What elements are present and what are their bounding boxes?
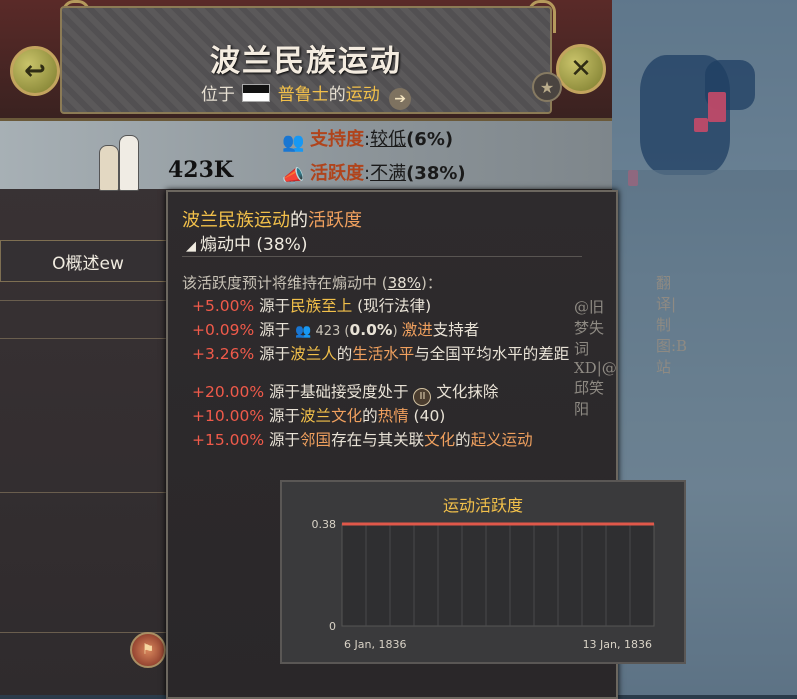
support-level[interactable]: 较低: [370, 129, 406, 150]
modifier-value: +20.00%: [192, 383, 265, 401]
watermark-line: @旧梦失词XD|@邱笑阳: [574, 298, 617, 418]
prediction-percent[interactable]: 38%: [388, 274, 421, 292]
x-tick-label: 6 Jan, 1836: [344, 638, 406, 651]
activism-row[interactable]: 📣 活跃度:不满(38%): [282, 159, 466, 187]
population-count[interactable]: 423K: [168, 157, 233, 183]
pop-count-end: ): [392, 324, 402, 339]
close-button[interactable]: ✕: [556, 44, 606, 94]
activism-chart: 运动活跃度 0.38 0 6 Jan, 1836 13 Jan, 1836: [280, 480, 686, 664]
megaphone-icon: 📣: [282, 166, 305, 187]
watermark-line: 翻译|制图:B站: [656, 274, 688, 376]
modifier-text: 的: [336, 345, 353, 363]
activism-prediction: 该活跃度预计将维持在煽动中 (38%)：: [182, 272, 442, 293]
activism-percent: (38%): [406, 163, 466, 184]
star-icon[interactable]: ★: [532, 72, 562, 102]
agitating-state: ◢ 煽动中 (38%): [186, 230, 307, 255]
y-tick-label: 0.38: [312, 518, 337, 531]
activism-level[interactable]: 不满: [370, 163, 406, 184]
subtitle-prefix: 位于: [200, 85, 235, 105]
culture-icon[interactable]: ⚑: [130, 632, 166, 668]
tooltip-title: 波兰民族运动的活跃度: [182, 206, 362, 232]
modifier-line: +15.00% 源于邻国存在与其关联文化的起义运动: [192, 428, 533, 450]
divider: [0, 338, 170, 339]
country-link[interactable]: 普鲁士: [278, 85, 329, 105]
modifier-line: +10.00% 源于波兰文化的热情 (40): [192, 404, 445, 426]
law-link[interactable]: 民族至上: [290, 297, 352, 315]
activism-tooltip: 波兰民族运动的活跃度 ◢ 煽动中 (38%) 该活跃度预计将维持在煽动中 (38%…: [166, 190, 687, 699]
culture-word[interactable]: 文化: [424, 431, 455, 449]
tooltip-title-activism[interactable]: 活跃度: [308, 210, 362, 231]
prediction-end: )：: [420, 274, 442, 292]
subtitle-mid: 的: [328, 85, 346, 105]
stats-section: 423K 👥 支持度:较低(6%) 📣 活跃度:不满(38%): [0, 121, 612, 191]
modifier-line: +3.26% 源于波兰人的生活水平与全国平均水平的差距: [192, 342, 569, 364]
movement-location: 位于 普鲁士的运动 ➔: [0, 80, 612, 110]
neighbor-link[interactable]: 邻国: [300, 431, 331, 449]
panel-header: 波兰民族运动 位于 普鲁士的运动 ➔ ↩ ✕ ★: [0, 0, 612, 121]
tooltip-divider: [182, 256, 582, 257]
activism-label: 活跃度: [310, 163, 364, 184]
sol-link[interactable]: 生活水平: [352, 345, 414, 363]
radical-link[interactable]: 激进: [402, 321, 433, 339]
fervor-link[interactable]: 热情: [378, 407, 409, 425]
movement-type-link[interactable]: 运动: [346, 85, 380, 105]
pop-share: 0.0%: [349, 321, 393, 339]
culture-word[interactable]: 文化: [331, 407, 362, 425]
support-percent: (6%): [406, 129, 454, 150]
uprising-link[interactable]: 起义运动: [471, 431, 533, 449]
modifier-line: +20.00% 源于基础接受度处于 II 文化抹除: [192, 380, 498, 406]
go-arrow-icon[interactable]: ➔: [389, 88, 412, 110]
modifier-text: 的: [362, 407, 378, 425]
modifier-text: 源于: [269, 407, 301, 425]
modifier-value: +3.26%: [192, 345, 255, 363]
modifier-value: +10.00%: [192, 407, 265, 425]
divider: [0, 492, 170, 493]
modifier-text: 源于: [269, 431, 301, 449]
page-title: 波兰民族运动: [210, 44, 402, 79]
culture-link[interactable]: 波兰人: [290, 345, 337, 363]
pop-count: 423 (: [311, 324, 350, 339]
support-row[interactable]: 👥 支持度:较低(6%): [282, 125, 454, 153]
modifier-value: +15.00%: [192, 431, 265, 449]
modifier-text: 源于: [259, 321, 291, 339]
divider: [0, 300, 170, 301]
tooltip-title-of: 的: [290, 210, 308, 231]
tooltip-title-movement[interactable]: 波兰民族运动: [182, 210, 290, 231]
agitating-text: 煽动中 (38%): [200, 235, 308, 255]
y-tick-label: 0: [329, 620, 336, 633]
modifier-text: 源于基础接受度处于: [269, 383, 414, 401]
modifier-text: 存在与其关联: [331, 431, 425, 449]
plot-area: [341, 523, 655, 627]
modifier-value: +5.00%: [192, 297, 255, 315]
modifier-line: +5.00% 源于民族至上 (现行法律): [192, 294, 431, 316]
tab-overview[interactable]: O概述ew: [0, 240, 172, 282]
prussia-flag-icon[interactable]: [242, 84, 271, 102]
modifier-text: 源于: [259, 345, 291, 363]
supporters-icon: 👥: [282, 132, 305, 153]
prediction-text: 该活跃度预计将维持在煽动中 (: [182, 274, 388, 292]
culture-link[interactable]: 波兰: [300, 407, 331, 425]
modifier-text: 与全国平均水平的差距: [414, 345, 570, 363]
megaphone-small-icon: ◢: [186, 239, 196, 254]
tab-overview-label: O概述ew: [52, 254, 124, 274]
x-tick-label: 13 Jan, 1836: [583, 638, 652, 651]
modifier-text: 源于: [259, 297, 291, 315]
chart-plot: 0.38 0 6 Jan, 1836 13 Jan, 1836: [312, 518, 655, 651]
modifier-value: +0.09%: [192, 321, 255, 339]
supporters-portrait-icon: [95, 131, 150, 191]
modifier-text: (40): [408, 407, 446, 425]
modifier-text: 文化抹除: [431, 383, 499, 401]
pops-icon: 👥: [295, 324, 312, 339]
modifier-text: 的: [455, 431, 471, 449]
modifier-line: +0.09% 源于 👥 423 (0.0%) 激进支持者: [192, 318, 479, 340]
support-label: 支持度: [310, 129, 364, 150]
back-button[interactable]: ↩: [10, 46, 60, 96]
modifier-text: (现行法律): [352, 297, 432, 315]
modifier-text: 支持者: [432, 321, 480, 339]
